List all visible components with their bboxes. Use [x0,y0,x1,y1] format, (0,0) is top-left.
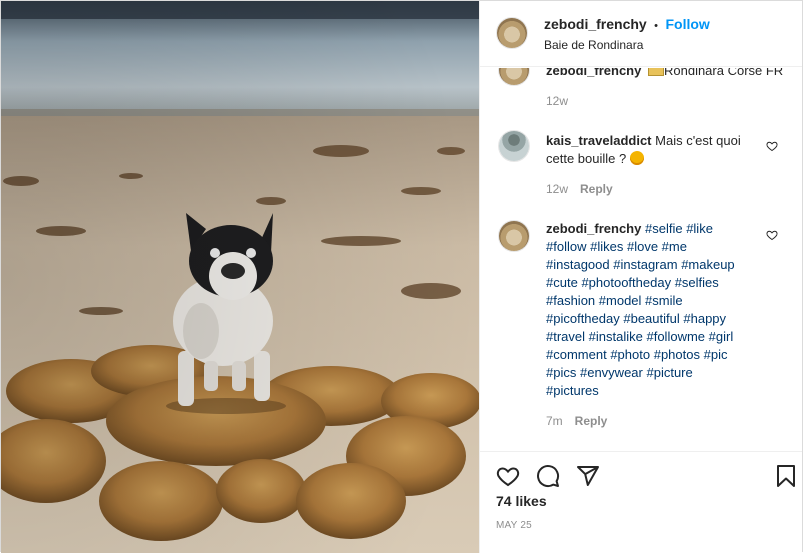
hashtag-link[interactable]: #fashion [546,293,595,308]
avatar[interactable] [496,17,528,49]
hashtag-link[interactable]: #picoftheday [546,311,620,326]
hashtag-link[interactable]: #love [627,239,658,254]
comment-avatar[interactable] [498,130,530,162]
hashtag-link[interactable]: #comment [546,347,607,362]
comments-list[interactable]: zebodi_frenchy Rondinara Corse FR 12w ka… [480,68,802,451]
flag-icon [647,68,664,76]
follow-button[interactable]: Follow [665,16,709,32]
hashtag-link[interactable]: #smile [645,293,683,308]
hashtag-link[interactable]: #instagood [546,257,610,272]
post-username[interactable]: zebodi_frenchy [544,16,647,32]
heart-eyes-emoji-icon [629,151,644,165]
hashtag-link[interactable]: #pic [704,347,728,362]
post-header: zebodi_frenchy • Follow Baie de Rondinar… [480,1,802,67]
like-heart-icon[interactable] [496,464,520,488]
hashtag-link[interactable]: #photos [654,347,700,362]
hashtag-link[interactable]: #makeup [681,257,734,272]
comment-text: zebodi_frenchy Rondinara Corse FR [546,68,783,80]
hashtag-link[interactable]: #selfie [645,221,683,236]
instagram-post: zebodi_frenchy • Follow Baie de Rondinar… [0,0,803,553]
post-date[interactable]: MAY 25 [496,520,532,531]
hashtag-link[interactable]: #instalike [589,329,643,344]
separator-dot: • [654,20,659,32]
hashtag-link[interactable]: #picture [646,365,692,380]
post-side-panel: zebodi_frenchy • Follow Baie de Rondinar… [479,1,802,553]
comment-username[interactable]: kais_traveladdict [546,133,652,148]
hashtag-link[interactable]: #me [662,239,687,254]
share-paper-plane-icon[interactable] [576,464,600,488]
hashtag-link[interactable]: #instagram [613,257,677,272]
save-bookmark-icon[interactable] [774,464,798,488]
comment-avatar[interactable] [498,68,530,86]
comment-avatar[interactable] [498,220,530,252]
comment-time[interactable]: 12w [546,94,568,108]
hashtag-link[interactable]: #like [686,221,713,236]
post-location[interactable]: Baie de Rondinara [544,38,643,52]
like-comment-heart-icon[interactable] [766,140,778,152]
hashtag-link[interactable]: #photooftheday [581,275,671,290]
comment-time[interactable]: 7m [546,414,563,428]
comment-meta: 12w Reply [546,182,613,196]
comment-bubble-icon[interactable] [536,464,560,488]
hashtag-link[interactable]: #beautiful [623,311,679,326]
comment-body-line1: Mais c'est quoi [655,133,741,148]
comment-username[interactable]: zebodi_frenchy [546,68,641,78]
post-photo[interactable] [1,1,479,553]
hashtag-link[interactable]: #happy [683,311,726,326]
hashtag-link[interactable]: #followme [646,329,705,344]
hashtag-link[interactable]: #cute [546,275,578,290]
comment-body: Rondinara Corse FR [663,68,784,78]
reply-button[interactable]: Reply [575,414,608,428]
hashtag-link[interactable]: #selfies [675,275,719,290]
french-bulldog-beach-photo [1,1,479,553]
comment-meta: 12w [546,94,568,108]
hashtag-link[interactable]: #pictures [546,383,599,398]
comment-text: kais_traveladdict Mais c'est quoi cette … [546,132,756,168]
like-comment-heart-icon[interactable] [766,229,778,241]
hashtag-link[interactable]: #photo [610,347,650,362]
hashtag-link[interactable]: #girl [709,329,734,344]
comment-body-line2: cette bouille ? [546,151,627,166]
comment-time[interactable]: 12w [546,182,568,196]
reply-button[interactable]: Reply [580,182,613,196]
hashtag-link[interactable]: #pics [546,365,576,380]
hashtag-link[interactable]: #likes [590,239,623,254]
hashtag-link[interactable]: #travel [546,329,585,344]
hashtag-link[interactable]: #model [599,293,642,308]
comment-username[interactable]: zebodi_frenchy [546,221,641,236]
comment-text: zebodi_frenchy #selfie #like #follow #li… [546,220,756,400]
hashtag-link[interactable]: #envywear [580,365,643,380]
comment-meta: 7m Reply [546,414,607,428]
hashtag-link[interactable]: #follow [546,239,586,254]
likes-count[interactable]: 74 likes [496,493,547,509]
